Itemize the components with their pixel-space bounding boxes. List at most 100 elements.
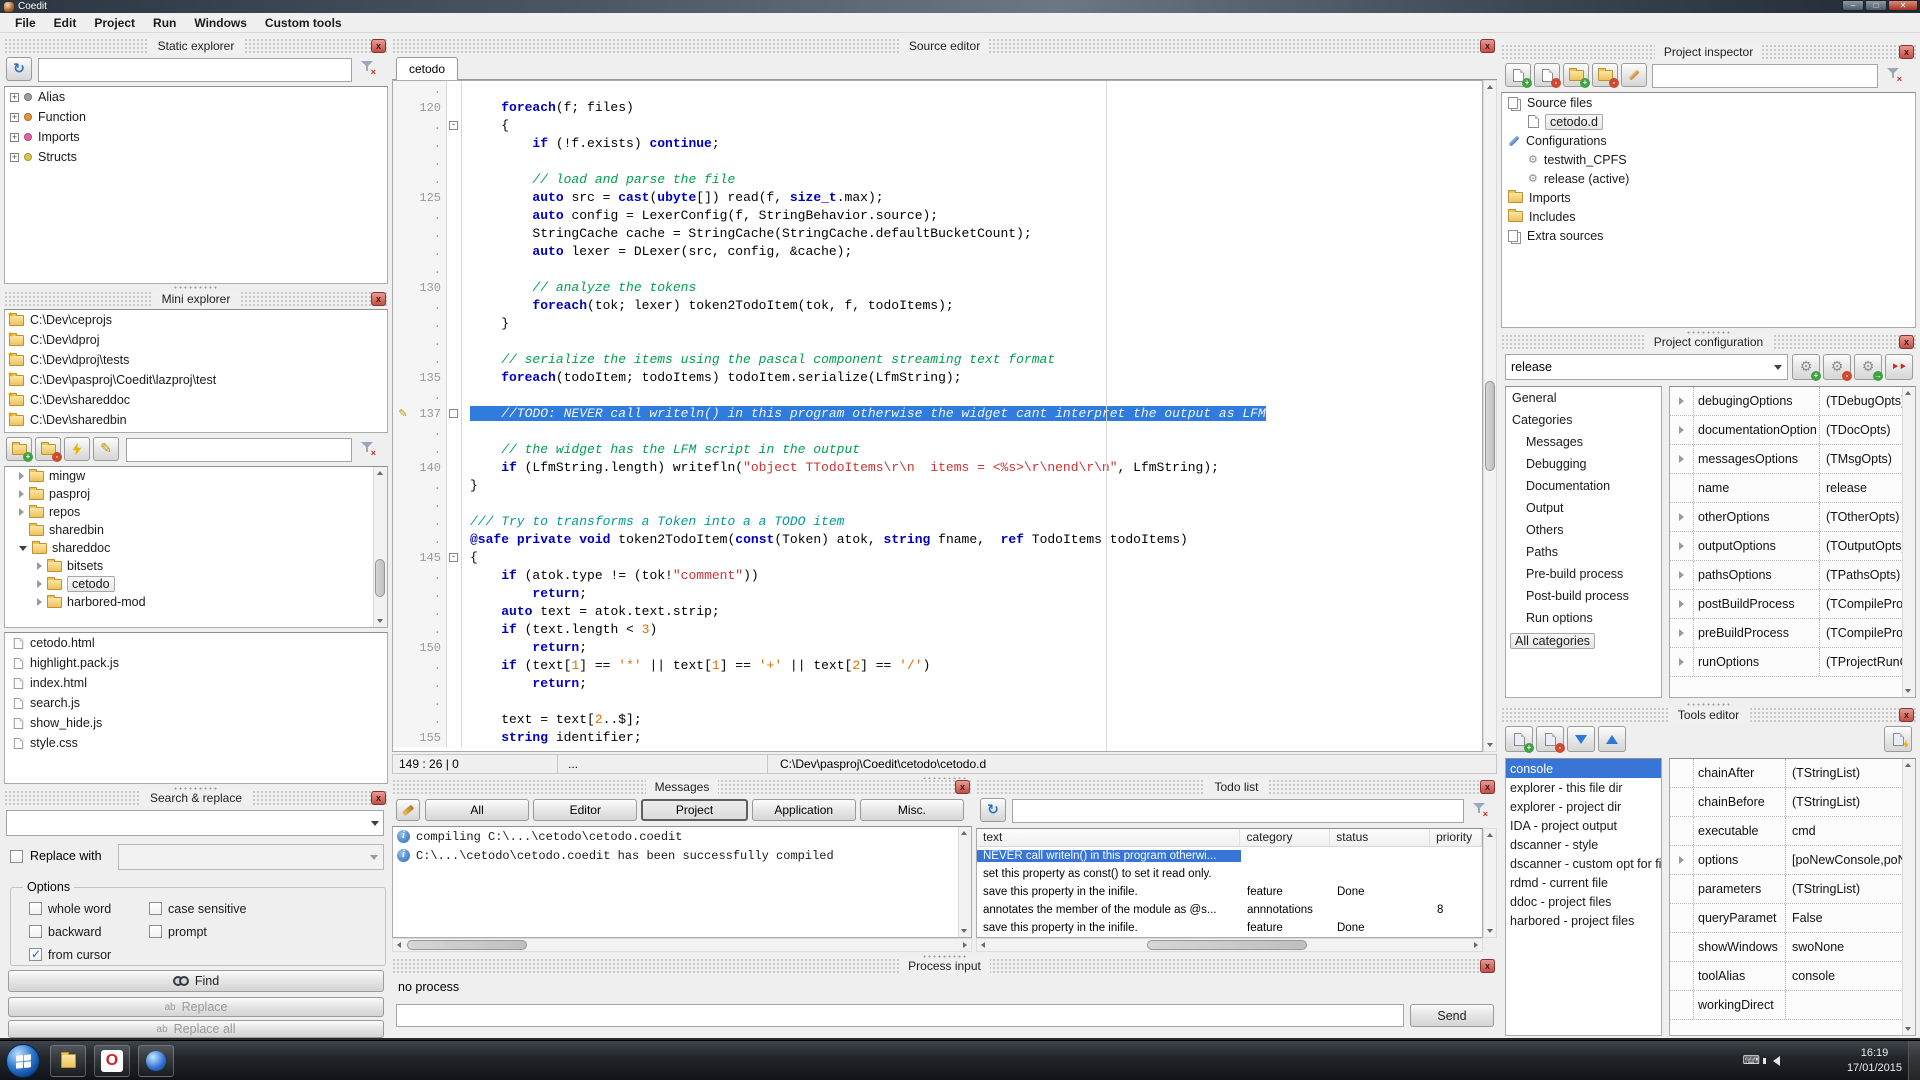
code-line[interactable]: 145-{ xyxy=(393,549,1482,567)
message-item[interactable]: icompiling C:\...\cetodo\cetodo.coedit xyxy=(393,827,971,846)
tree-folder-bitsets[interactable]: bitsets xyxy=(5,557,387,575)
inspector-item-release-active[interactable]: ⚙release (active) xyxy=(1502,169,1915,188)
expand-cell[interactable] xyxy=(1670,590,1694,618)
messages-tab-editor[interactable]: Editor xyxy=(533,799,637,821)
checkbox[interactable] xyxy=(149,902,162,915)
property-value[interactable]: release xyxy=(1820,481,1915,495)
todo-column-status[interactable]: status xyxy=(1330,829,1430,846)
config-property-messagesoptions[interactable]: messagesOptions(TMsgOpts) xyxy=(1670,445,1915,474)
replace-all-button[interactable]: ab Replace all xyxy=(8,1020,384,1038)
remove-config-button[interactable]: ⚙- xyxy=(1823,354,1851,380)
message-item[interactable]: iC:\...\cetodo\cetodo.coedit has been su… xyxy=(393,846,971,865)
remove-folder-button[interactable]: - xyxy=(1592,63,1618,87)
fold-gutter[interactable] xyxy=(447,693,462,711)
config-property-pathsoptions[interactable]: pathsOptions(TPathsOpts) xyxy=(1670,561,1915,590)
fold-gutter[interactable] xyxy=(447,279,462,297)
file-item-search-js[interactable]: search.js xyxy=(5,693,387,713)
expand-icon[interactable] xyxy=(37,598,42,606)
code-line[interactable]: . // serialize the items using the pasca… xyxy=(393,351,1482,369)
fold-gutter[interactable] xyxy=(447,387,462,405)
fold-gutter[interactable] xyxy=(447,567,462,585)
property-value[interactable]: (TStringList) xyxy=(1786,882,1915,896)
messages-vscrollbar[interactable] xyxy=(958,827,971,937)
code-line[interactable]: ./// Try to transforms a Token into a a … xyxy=(393,513,1482,531)
inspector-item-testwith-cpfs[interactable]: ⚙testwith_CPFS xyxy=(1502,150,1915,169)
fold-gutter[interactable] xyxy=(447,225,462,243)
config-category-output[interactable]: Output xyxy=(1506,497,1661,519)
fold-gutter[interactable] xyxy=(447,153,462,171)
code-line[interactable]: . xyxy=(393,153,1482,171)
tool-property-chainafter[interactable]: chainAfter(TStringList) xyxy=(1670,759,1915,788)
inspector-item-cetodo-d[interactable]: cetodo.d xyxy=(1502,112,1915,131)
todo-row[interactable]: save this property in the inifile.featur… xyxy=(977,883,1482,901)
todo-close-icon[interactable]: x xyxy=(1480,780,1495,794)
minimize-button[interactable]: – xyxy=(1842,0,1864,11)
fold-gutter[interactable] xyxy=(447,297,462,315)
tool-item-rdmd-current-file[interactable]: rdmd - current file xyxy=(1506,873,1661,892)
static-explorer-close-icon[interactable]: x xyxy=(371,39,386,53)
fold-gutter[interactable] xyxy=(447,675,462,693)
static-explorer-refresh-button[interactable]: ↻ xyxy=(6,57,32,81)
checkbox[interactable] xyxy=(29,902,42,915)
tool-item-explorer-this-file-dir[interactable]: explorer - this file dir xyxy=(1506,778,1661,797)
process-input-close-icon[interactable]: x xyxy=(1480,959,1495,973)
tab-cetodo[interactable]: cetodo xyxy=(396,57,458,80)
code-line[interactable]: . foreach(tok; lexer) token2TodoItem(tok… xyxy=(393,297,1482,315)
fold-gutter[interactable] xyxy=(447,351,462,369)
taskbar-clock[interactable]: 16:19 17/01/2015 xyxy=(1847,1046,1902,1076)
property-value[interactable]: (TPathsOpts) xyxy=(1820,568,1915,582)
todo-column-text[interactable]: text xyxy=(977,829,1240,846)
checkbox[interactable] xyxy=(29,925,42,938)
fold-gutter[interactable] xyxy=(447,261,462,279)
maximize-button[interactable]: □ xyxy=(1865,0,1887,11)
fold-box-icon[interactable] xyxy=(449,409,458,418)
config-property-otheroptions[interactable]: otherOptions(TOtherOpts) xyxy=(1670,503,1915,532)
option-whole-word[interactable]: whole word xyxy=(29,902,149,916)
expand-cell[interactable] xyxy=(1670,416,1694,444)
code-line[interactable]: . // load and parse the file xyxy=(393,171,1482,189)
expand-triangle-icon[interactable] xyxy=(1679,629,1684,637)
config-property-documentationoption[interactable]: documentationOption(TDocOpts) xyxy=(1670,416,1915,445)
expand-cell[interactable] xyxy=(1670,387,1694,415)
file-item-highlight-pack-js[interactable]: highlight.pack.js xyxy=(5,653,387,673)
tray-language-icon[interactable]: ⌨ xyxy=(1743,1053,1760,1067)
code-line[interactable]: . auto config = LexerConfig(f, StringBeh… xyxy=(393,207,1482,225)
fold-gutter[interactable] xyxy=(447,207,462,225)
inspector-item-imports[interactable]: Imports xyxy=(1502,188,1915,207)
fold-gutter[interactable] xyxy=(447,531,462,549)
replace-combo[interactable] xyxy=(118,844,384,870)
favorite-folder[interactable]: ★C:\Dev\dproj\tests xyxy=(5,350,387,370)
static-explorer-filter-icon[interactable]: × xyxy=(360,59,375,74)
code-line[interactable]: . return; xyxy=(393,675,1482,693)
code-line[interactable]: . auto text = atok.text.strip; xyxy=(393,603,1482,621)
fold-gutter[interactable] xyxy=(447,369,462,387)
todo-row[interactable]: annotates the member of the module as @s… xyxy=(977,901,1482,919)
todo-filter-input[interactable] xyxy=(1012,799,1464,823)
inspector-item-extra-sources[interactable]: Extra sources xyxy=(1502,226,1915,245)
add-favorite-button[interactable]: + xyxy=(6,437,32,461)
project-inspector-filter-icon[interactable]: × xyxy=(1886,66,1901,81)
property-value[interactable]: [poNewConsole,poNew xyxy=(1786,853,1915,867)
project-settings-button[interactable] xyxy=(1621,63,1647,87)
expand-triangle-icon[interactable] xyxy=(1679,513,1684,521)
code-line[interactable]: . if (!f.exists) continue; xyxy=(393,135,1482,153)
messages-tab-project[interactable]: Project xyxy=(641,799,747,821)
code-line[interactable]: . auto lexer = DLexer(src, config, &cach… xyxy=(393,243,1482,261)
fold-gutter[interactable] xyxy=(447,639,462,657)
todo-refresh-button[interactable]: ↻ xyxy=(980,798,1006,822)
config-grid-scrollbar[interactable] xyxy=(1902,387,1915,697)
config-property-debugingoptions[interactable]: debugingOptions(TDebugOpts) xyxy=(1670,387,1915,416)
property-value[interactable]: False xyxy=(1786,911,1915,925)
editor-scrollbar[interactable] xyxy=(1483,80,1497,752)
send-button[interactable]: Send xyxy=(1410,1004,1494,1027)
property-value[interactable]: (TDebugOpts) xyxy=(1820,394,1915,408)
expand-icon[interactable] xyxy=(19,508,24,516)
menu-edit[interactable]: Edit xyxy=(45,14,86,32)
tree-folder-cetodo[interactable]: cetodo xyxy=(5,575,387,593)
file-item-index-html[interactable]: index.html xyxy=(5,673,387,693)
code-line[interactable]: . xyxy=(393,387,1482,405)
add-folder-button[interactable]: + xyxy=(1563,63,1589,87)
expand-triangle-icon[interactable] xyxy=(1679,600,1684,608)
code-line[interactable]: . xyxy=(393,261,1482,279)
open-in-editor-button[interactable]: ✎ xyxy=(93,437,119,461)
